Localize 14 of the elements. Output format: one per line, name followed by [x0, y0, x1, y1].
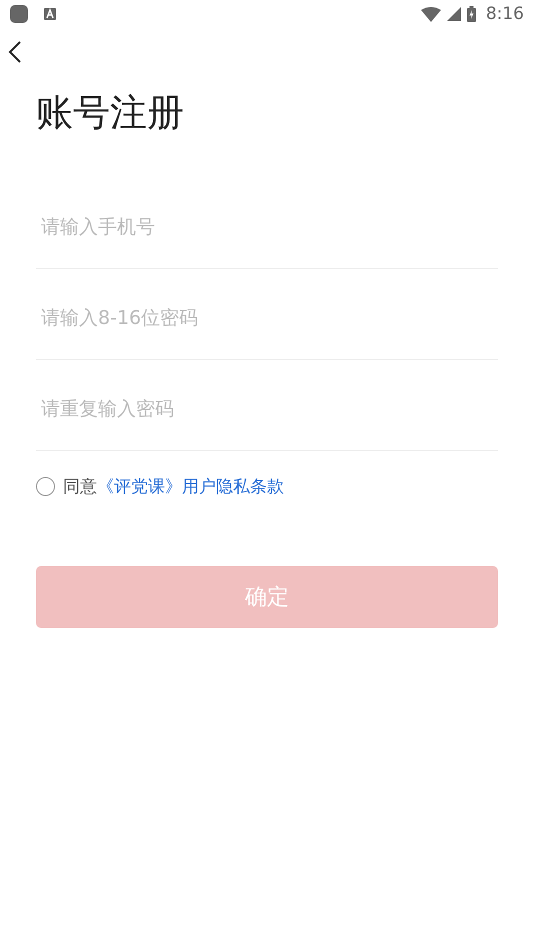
status-time: 8:16 [486, 4, 524, 24]
wifi-icon [420, 6, 441, 22]
privacy-link[interactable]: 《评党课》用户隐私条款 [97, 475, 284, 498]
input-field[interactable]: 请重复输入密码 [36, 360, 498, 451]
keyboard-icon [44, 8, 56, 20]
agree-radio[interactable] [36, 477, 55, 496]
back-icon[interactable] [8, 41, 22, 63]
input-field[interactable]: 请输入8-16位密码 [36, 269, 498, 360]
page-title: 账号注册 [36, 90, 185, 136]
battery-icon [466, 6, 476, 22]
input-field[interactable]: 请输入手机号 [36, 178, 498, 269]
app-icon [10, 5, 28, 23]
signal-icon [446, 7, 461, 21]
agree-label: 同意 [63, 476, 97, 498]
